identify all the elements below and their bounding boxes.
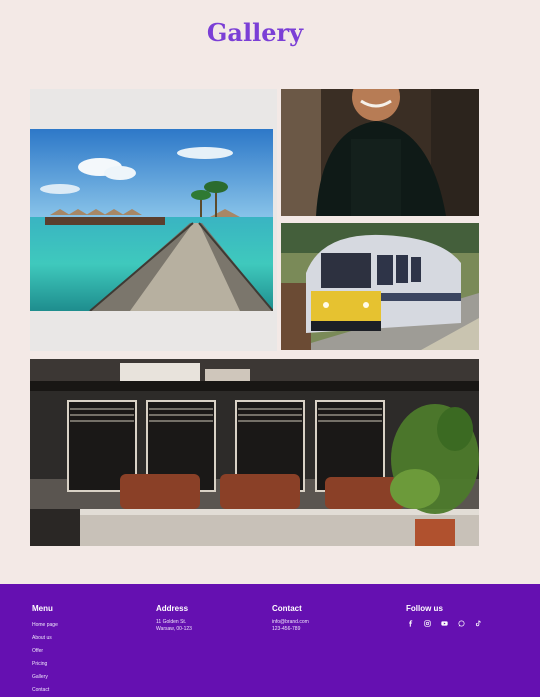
contact-email[interactable]: info@brand.com: [272, 619, 309, 626]
footer-follow-heading: Follow us: [406, 604, 443, 613]
tiktok-icon[interactable]: [474, 619, 483, 628]
address-line-1: 11 Golden St.: [156, 619, 187, 625]
footer-link-about[interactable]: About us: [32, 632, 58, 645]
footer-link-gallery[interactable]: Gallery: [32, 671, 58, 684]
footer-menu-heading: Menu: [32, 604, 53, 613]
footer-menu: Menu Home page About us Offer Pricing Ga…: [32, 604, 58, 697]
footer-link-contact[interactable]: Contact: [32, 684, 58, 697]
footer-contact-heading: Contact: [272, 604, 302, 613]
cafe-interior-plant-image[interactable]: [30, 359, 479, 546]
footer-address: Address 11 Golden St. Warsaw, 00-123: [156, 604, 192, 633]
instagram-icon[interactable]: [423, 619, 432, 628]
whatsapp-icon[interactable]: [457, 619, 466, 628]
contact-phone[interactable]: 123-456-789: [272, 626, 309, 633]
overwater-villas-pier-image: [30, 129, 273, 311]
gallery-tile-pier[interactable]: [30, 89, 277, 351]
footer-follow: Follow us: [406, 604, 483, 628]
facebook-icon[interactable]: [406, 619, 415, 628]
footer-link-pricing[interactable]: Pricing: [32, 658, 58, 671]
footer-address-heading: Address: [156, 604, 189, 613]
footer-link-home[interactable]: Home page: [32, 619, 58, 632]
footer-contact: Contact info@brand.com 123-456-789: [272, 604, 309, 633]
youtube-icon[interactable]: [440, 619, 449, 628]
site-footer: Menu Home page About us Offer Pricing Ga…: [0, 584, 540, 697]
footer-link-offer[interactable]: Offer: [32, 645, 58, 658]
page-title: Gallery: [206, 18, 304, 47]
smiling-man-black-apron-image[interactable]: [281, 89, 479, 216]
address-line-2: Warsaw, 00-123: [156, 626, 192, 632]
commuter-train-platform-image[interactable]: [281, 223, 479, 350]
